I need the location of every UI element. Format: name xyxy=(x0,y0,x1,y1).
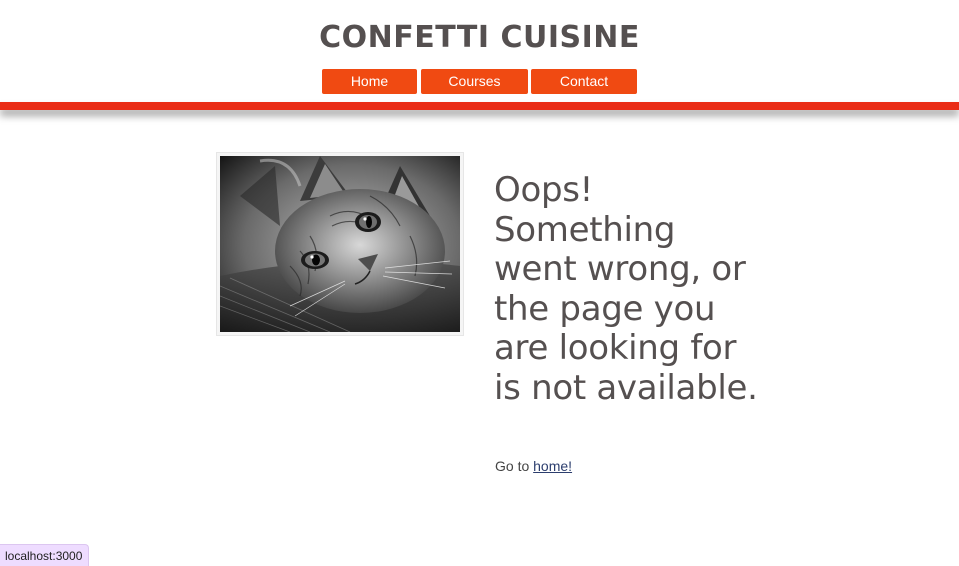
cat-image xyxy=(220,156,460,332)
goto-line: Go to home! xyxy=(495,458,572,474)
site-title: CONFETTI CUISINE xyxy=(319,20,640,55)
site-header: CONFETTI CUISINE Home Courses Contact xyxy=(0,0,959,108)
status-bar-url: localhost:3000 xyxy=(0,544,90,566)
home-link[interactable]: home! xyxy=(533,458,572,474)
error-heading: Oops! Something went wrong, or the page … xyxy=(494,170,758,408)
cat-photo xyxy=(216,152,464,336)
nav-home-button[interactable]: Home xyxy=(322,69,417,94)
nav-contact-button[interactable]: Contact xyxy=(531,69,637,94)
goto-prefix: Go to xyxy=(495,458,534,474)
nav-courses-button[interactable]: Courses xyxy=(421,69,528,94)
header-accent-bar xyxy=(0,102,959,110)
